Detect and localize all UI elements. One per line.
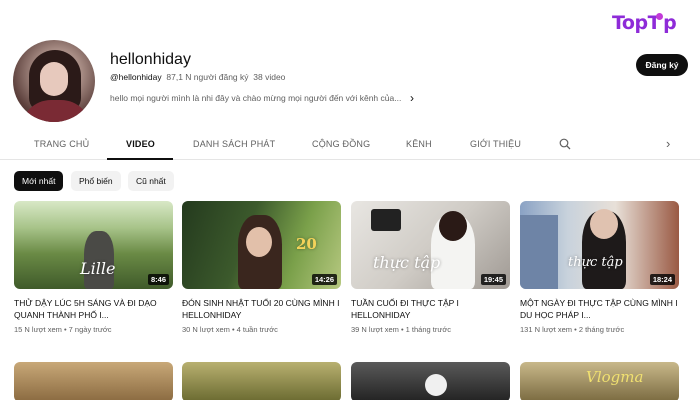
video-title[interactable]: ĐÓN SINH NHẬT TUỔI 20 CÙNG MÌNH I HELLON… <box>182 297 341 321</box>
chevron-right-icon[interactable]: › <box>666 136 670 151</box>
channel-tabs: TRANG CHỦ VIDEO DANH SÁCH PHÁT CỘNG ĐỒNG… <box>0 128 700 160</box>
video-thumbnail[interactable] <box>351 362 510 400</box>
video-card[interactable]: thực tập 19:45 TUẦN CUỐI ĐI THỰC TẬP I H… <box>351 201 510 334</box>
chevron-right-icon[interactable]: › <box>410 91 414 105</box>
video-card[interactable]: 20 14:26 ĐÓN SINH NHẬT TUỔI 20 CÙNG MÌNH… <box>182 201 341 334</box>
video-title[interactable]: THỬ DẬY LÚC 5H SÁNG VÀ ĐI DẠO QUANH THÀN… <box>14 297 173 321</box>
thumbnail-caption: Lille <box>80 259 116 278</box>
tab-playlists[interactable]: DANH SÁCH PHÁT <box>193 139 275 149</box>
tab-community[interactable]: CỘNG ĐỒNG <box>312 139 370 149</box>
tab-channels[interactable]: KÊNH <box>406 139 432 149</box>
video-duration: 19:45 <box>480 274 506 285</box>
chip-oldest[interactable]: Cũ nhất <box>128 171 174 191</box>
chip-popular[interactable]: Phổ biến <box>71 171 121 191</box>
channel-avatar[interactable] <box>13 40 95 122</box>
toptip-logo: TopT p <box>612 12 677 34</box>
thumbnail-caption: thực tập <box>568 255 623 270</box>
video-meta: 131 N lượt xem • 2 tháng trước <box>520 325 625 334</box>
search-icon[interactable] <box>559 138 571 150</box>
video-title[interactable]: TUẦN CUỐI ĐI THỰC TẬP I HELLONHIDAY <box>351 297 510 321</box>
video-card[interactable]: thực tập 18:24 MỘT NGÀY ĐI THỰC TẬP CÙNG… <box>520 201 679 334</box>
subscribe-button[interactable]: Đăng ký <box>636 54 688 76</box>
video-thumbnail[interactable] <box>14 362 173 400</box>
video-duration: 18:24 <box>649 274 675 285</box>
video-thumbnail[interactable] <box>182 362 341 400</box>
tab-video[interactable]: VIDEO <box>126 139 155 149</box>
thumbnail-caption: Vlogma <box>586 368 644 386</box>
subscriber-count: 87,1 N người đăng ký <box>166 72 249 82</box>
tab-about[interactable]: GIỚI THIỆU <box>470 139 521 149</box>
video-meta: 15 N lượt xem • 7 ngày trước <box>14 325 112 334</box>
video-thumbnail[interactable]: Vlogma <box>520 362 679 400</box>
video-meta: 39 N lượt xem • 1 tháng trước <box>351 325 452 334</box>
thumbnail-caption: thực tập <box>373 253 441 272</box>
channel-name: hellonhiday <box>110 51 191 68</box>
thumbnail-caption: 20 <box>296 235 317 253</box>
video-count: 38 video <box>253 72 286 82</box>
video-title[interactable]: MỘT NGÀY ĐI THỰC TẬP CÙNG MÌNH I DU HỌC … <box>520 297 679 321</box>
active-tab-indicator <box>107 158 173 160</box>
video-duration: 8:46 <box>147 274 169 285</box>
chip-newest[interactable]: Mới nhất <box>14 171 64 191</box>
channel-handle: @hellonhiday <box>110 72 162 82</box>
video-thumbnail[interactable]: Lille 8:46 <box>14 201 173 289</box>
video-meta: 30 N lượt xem • 4 tuần trước <box>182 325 278 334</box>
video-duration: 14:26 <box>311 274 337 285</box>
video-card[interactable]: Lille 8:46 THỬ DẬY LÚC 5H SÁNG VÀ ĐI DẠO… <box>14 201 173 334</box>
tab-home[interactable]: TRANG CHỦ <box>34 139 89 149</box>
channel-meta: @hellonhiday 87,1 N người đăng ký 38 vid… <box>110 72 285 82</box>
video-thumbnail[interactable]: thực tập 18:24 <box>520 201 679 289</box>
video-thumbnail[interactable]: thực tập 19:45 <box>351 201 510 289</box>
video-thumbnail[interactable]: 20 14:26 <box>182 201 341 289</box>
channel-description[interactable]: hello mọi người mình là nhi đây và chào … <box>110 91 414 105</box>
